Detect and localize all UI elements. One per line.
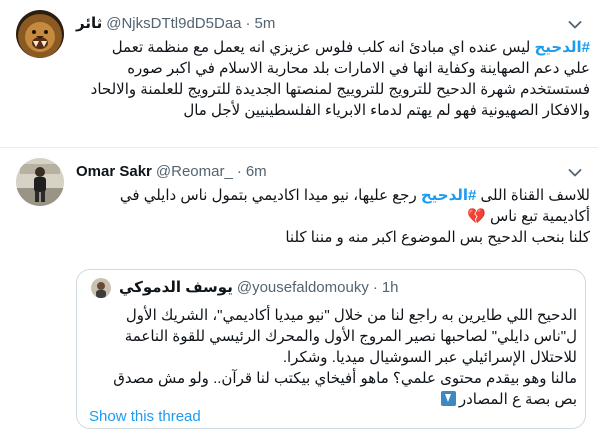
tweet-text-line: علي دعم الصهاينة وكفاية انها في الامارات… — [127, 60, 590, 77]
arrow-down-emoji-icon — [440, 391, 456, 406]
tweet-text-line: أكاديمية تبع ناس 💔 — [467, 208, 590, 225]
timestamp[interactable]: 5m — [255, 14, 276, 34]
tweet-1[interactable]: ثائر @NjksDTtl9dD5Daa · 5m #الدحيح ليس ع… — [0, 0, 598, 148]
quoted-text-line: بص بصة ع المصادر — [89, 389, 577, 410]
quoted-user-handle[interactable]: @yousefaldomouky — [237, 278, 369, 298]
tweet-text-line: للاسف القناة اللى #الدحيح رجع عليها، نيو… — [119, 187, 590, 204]
tweet-text-line: كلنا بنحب الدحيح بس الموضوع اكبر منه و م… — [285, 229, 590, 246]
avatar-lion[interactable] — [16, 10, 64, 58]
user-handle[interactable]: @Reomar_ — [156, 162, 233, 182]
tweet-text-line: والافكار الصهيونية فهو لم يهتم لدماء الا… — [183, 102, 590, 119]
tweet-2[interactable]: Omar Sakr @Reomar_ · 6m للاسف القناة الل… — [0, 148, 598, 438]
broken-heart-emoji: 💔 — [467, 208, 486, 225]
quoted-tweet[interactable]: يوسف الدموكي @yousefaldomouky · 1h الدحي… — [76, 269, 586, 429]
tweet-2-text: للاسف القناة اللى #الدحيح رجع عليها، نيو… — [76, 185, 590, 248]
quoted-text-line: للاحتلال الإسرائيلي عبر السوشيال ميديا. … — [282, 349, 577, 366]
display-name[interactable]: ثائر — [76, 14, 102, 34]
timestamp[interactable]: 6m — [246, 162, 267, 182]
separator-dot: · — [245, 15, 251, 32]
show-this-thread-link[interactable]: Show this thread — [89, 408, 201, 426]
hashtag-link[interactable]: #الدحيح — [534, 39, 590, 56]
quoted-tweet-header: يوسف الدموكي @yousefaldomouky · 1h — [119, 278, 399, 298]
quoted-timestamp[interactable]: 1h — [382, 278, 399, 298]
quoted-text-line: ل"ناس دايلي" لصاحبها نصير المروج الأول و… — [124, 328, 577, 345]
quoted-display-name[interactable]: يوسف الدموكي — [119, 278, 233, 298]
tweet-1-header: ثائر @NjksDTtl9dD5Daa · 5m — [76, 14, 275, 34]
separator-dot: · — [236, 163, 242, 180]
quoted-tweet-text: الدحيح اللي طايرين به راجع لنا من خلال "… — [89, 305, 577, 410]
user-handle[interactable]: @NjksDTtl9dD5Daa — [106, 14, 241, 34]
quoted-text-line: الدحيح اللي طايرين به راجع لنا من خلال "… — [125, 307, 577, 324]
tweet-text-line: #الدحيح ليس عنده اي مبادئ انه كلب فلوس ع… — [111, 39, 590, 56]
tweet-1-text: #الدحيح ليس عنده اي مبادئ انه كلب فلوس ع… — [76, 37, 590, 121]
tweet-2-header: Omar Sakr @Reomar_ · 6m — [76, 162, 267, 182]
chevron-down-icon[interactable] — [566, 164, 584, 182]
avatar-omar-sakr[interactable] — [16, 158, 64, 206]
display-name[interactable]: Omar Sakr — [76, 162, 152, 182]
chevron-down-icon[interactable] — [566, 16, 584, 34]
hashtag-link[interactable]: #الدحيح — [421, 187, 477, 204]
quoted-text-line: مالنا وهو بيقدم محتوى علمي؟ ماهو أفيخاي … — [113, 370, 577, 387]
tweet-text-line: فستستخدم شهرة الدحيح للترويج للتروييج لم… — [90, 81, 590, 98]
separator-dot: · — [372, 279, 378, 296]
quoted-avatar[interactable] — [91, 278, 111, 298]
